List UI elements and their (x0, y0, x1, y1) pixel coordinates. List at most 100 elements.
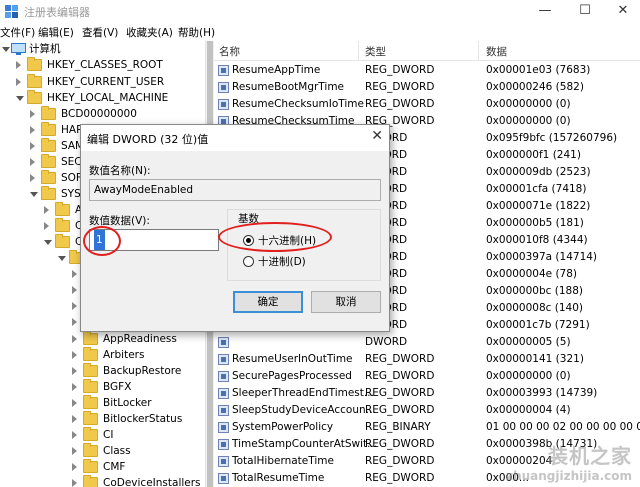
value-row[interactable]: SystemPowerPolicy REG_BINARY 01 00 00 00 0… (214, 419, 640, 436)
value-data-cell: 0x000000b5 (181) (486, 217, 584, 229)
value-type-cell: REG_DWORD (365, 370, 435, 382)
expand-icon[interactable] (72, 431, 77, 439)
value-data-cell: 0x000000f1 (241) (486, 149, 581, 161)
folder-icon (83, 411, 98, 425)
menu-file[interactable]: 文件(F) (0, 25, 35, 40)
folder-icon (83, 395, 98, 409)
expand-icon[interactable] (44, 206, 49, 214)
dialog-close-button[interactable]: ✕ (371, 128, 383, 144)
value-type-cell: DWORD (365, 336, 408, 348)
tree-item-label: Arbiters (103, 349, 145, 361)
cancel-button[interactable]: 取消 (311, 291, 381, 313)
expand-icon[interactable] (72, 302, 77, 310)
menu-edit[interactable]: 编辑(E) (38, 25, 74, 40)
dec-radio-label[interactable]: 十进制(D) (258, 254, 306, 269)
folder-icon (83, 443, 98, 457)
value-row[interactable]: ResumeChecksumIoTime REG_DWORD 0x00000000 … (214, 96, 640, 113)
expand-icon[interactable] (16, 61, 21, 69)
close-button[interactable]: ✕ (608, 2, 638, 20)
folder-icon (27, 57, 42, 71)
value-type-cell: REG_BINARY (365, 421, 431, 433)
tree-item-label: HKEY_LOCAL_MACHINE (47, 92, 169, 104)
expand-icon[interactable] (72, 367, 77, 375)
collapse-icon[interactable] (16, 96, 24, 101)
reg-value-icon (218, 405, 229, 416)
value-data-cell: 0x0000071e (1822) (486, 200, 591, 212)
watermark-line2: zhuangjizhijia.com (506, 469, 632, 483)
expand-icon[interactable] (30, 158, 35, 166)
folder-icon (83, 347, 98, 361)
expand-icon[interactable] (72, 383, 77, 391)
expand-icon[interactable] (72, 270, 77, 278)
collapse-icon[interactable] (30, 192, 38, 197)
value-type-cell: REG_DWORD (365, 353, 435, 365)
folder-icon (83, 363, 98, 377)
menu-bar: 文件(F) 编辑(E) 查看(V) 收藏夹(A) 帮助(H) (0, 23, 640, 41)
expand-icon[interactable] (30, 142, 35, 150)
value-row[interactable]: SleeperThreadEndTimest... REG_DWORD 0x0000… (214, 385, 640, 402)
dec-radio[interactable] (243, 256, 254, 267)
value-row[interactable]: DWORD 0x00000005 (5) (214, 334, 640, 351)
value-name-cell: ResumeAppTime (232, 64, 321, 76)
value-data-cell: 0x00000246 (582) (486, 81, 584, 93)
value-data-cell: 0x000010f8 (4344) (486, 234, 588, 246)
folder-icon (55, 202, 70, 216)
menu-view[interactable]: 查看(V) (82, 25, 118, 40)
value-name-cell: SleeperThreadEndTimest... (232, 387, 374, 399)
minimize-button[interactable]: — (530, 2, 560, 20)
value-row[interactable]: ResumeBootMgrTime REG_DWORD 0x00000246 (58… (214, 79, 640, 96)
expand-icon[interactable] (2, 47, 10, 52)
expand-icon[interactable] (44, 222, 49, 230)
column-divider[interactable] (478, 41, 479, 61)
expand-icon[interactable] (72, 447, 77, 455)
expand-icon[interactable] (72, 286, 77, 294)
value-data-cell: 0x0000004e (78) (486, 268, 578, 280)
folder-icon (83, 379, 98, 393)
value-row[interactable]: SecurePagesProcessed REG_DWORD 0x00000000 … (214, 368, 640, 385)
reg-value-icon (218, 337, 229, 348)
column-header-name[interactable]: 名称 (219, 44, 240, 59)
title-bar: 注册表编辑器 — ☐ ✕ (0, 0, 640, 23)
value-data-cell: 0x000009db (2523) (486, 166, 591, 178)
collapse-icon[interactable] (44, 240, 52, 245)
expand-icon[interactable] (72, 415, 77, 423)
value-data-cell: 0x00000005 (5) (486, 336, 571, 348)
reg-value-icon (218, 371, 229, 382)
ok-button[interactable]: 确定 (233, 291, 303, 313)
value-type-cell: REG_DWORD (365, 64, 435, 76)
menu-help[interactable]: 帮助(H) (178, 25, 215, 40)
column-header-type[interactable]: 类型 (365, 44, 386, 59)
value-name-cell: ResumeBootMgrTime (232, 81, 345, 93)
expand-icon[interactable] (72, 351, 77, 359)
reg-value-icon (218, 82, 229, 93)
column-header-data[interactable]: 数据 (486, 44, 507, 59)
collapse-icon[interactable] (58, 256, 66, 261)
expand-icon[interactable] (72, 479, 77, 487)
reg-value-icon (218, 422, 229, 433)
reg-value-icon (218, 388, 229, 399)
value-data-cell: 0x0000397a (14714) (486, 251, 598, 263)
value-type-cell: REG_DWORD (365, 455, 435, 467)
value-type-cell: REG_DWORD (365, 438, 435, 450)
column-divider[interactable] (358, 41, 359, 61)
value-row[interactable]: SleepStudyDeviceAccoun... REG_DWORD 0x0000… (214, 402, 640, 419)
value-row[interactable]: ResumeAppTime REG_DWORD 0x00001e03 (7683) (214, 62, 640, 79)
expand-icon[interactable] (30, 126, 35, 134)
value-type-cell: REG_DWORD (365, 404, 435, 416)
value-name-field[interactable]: AwayModeEnabled (89, 179, 381, 201)
menu-favorites[interactable]: 收藏夹(A) (126, 25, 173, 40)
reg-value-icon (218, 354, 229, 365)
expand-icon[interactable] (30, 174, 35, 182)
folder-icon (83, 427, 98, 441)
value-data-cell: 0x00000000 (0) (486, 115, 571, 127)
expand-icon[interactable] (72, 318, 77, 326)
tree-item-label: BackupRestore (103, 365, 182, 377)
expand-icon[interactable] (30, 110, 35, 118)
expand-icon[interactable] (16, 78, 21, 86)
maximize-button[interactable]: ☐ (570, 2, 600, 20)
value-type-cell: REG_DWORD (365, 81, 435, 93)
expand-icon[interactable] (72, 463, 77, 471)
expand-icon[interactable] (72, 335, 77, 343)
value-row[interactable]: ResumeUserInOutTime REG_DWORD 0x00000141 (… (214, 351, 640, 368)
expand-icon[interactable] (72, 399, 77, 407)
